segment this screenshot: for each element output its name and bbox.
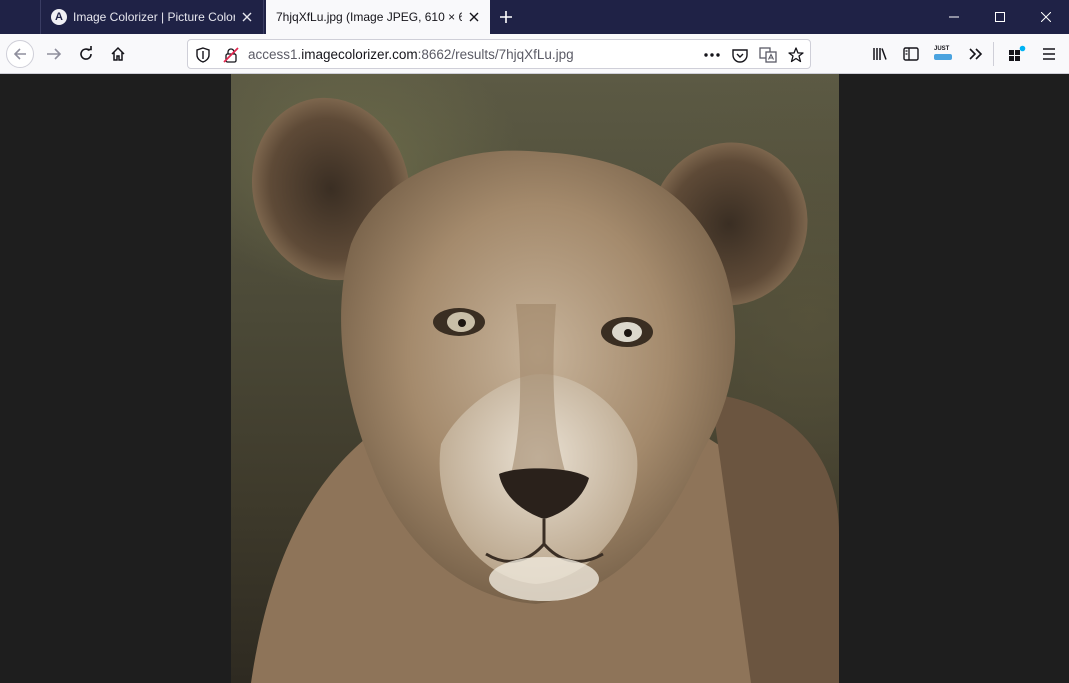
more-dots-icon[interactable]	[701, 44, 723, 66]
star-icon[interactable]	[785, 44, 807, 66]
tab-title: Image Colorizer | Picture Colorizer	[73, 10, 235, 24]
extensions-button[interactable]	[1003, 40, 1031, 68]
extension-button[interactable]: JUST	[929, 40, 957, 68]
tab-image-colorizer[interactable]: A Image Colorizer | Picture Colorizer	[40, 0, 264, 34]
site-favicon-icon: A	[51, 9, 67, 25]
tab-bar: A Image Colorizer | Picture Colorizer 7h…	[0, 0, 1069, 34]
reload-button[interactable]	[72, 40, 100, 68]
sidebar-button[interactable]	[897, 40, 925, 68]
minimize-button[interactable]	[931, 0, 977, 34]
address-bar[interactable]: access1.imagecolorizer.com:8662/results/…	[187, 39, 811, 69]
url-text[interactable]: access1.imagecolorizer.com:8662/results/…	[248, 47, 574, 62]
toolbar-separator	[993, 42, 994, 66]
url-prefix: access1.	[248, 47, 302, 62]
maximize-icon	[995, 12, 1005, 22]
new-tab-button[interactable]	[494, 5, 518, 29]
extension-label: JUST	[934, 46, 950, 52]
extensions-icon	[1009, 45, 1026, 61]
tab-close-icon[interactable]	[462, 5, 486, 29]
navigation-toolbar: access1.imagecolorizer.com:8662/results/…	[0, 34, 1069, 74]
overflow-chevron-icon	[969, 48, 983, 60]
translate-icon[interactable]	[757, 44, 779, 66]
sidebar-icon	[903, 47, 919, 61]
back-arrow-icon	[13, 48, 26, 60]
lioness-photo[interactable]	[231, 74, 839, 683]
back-button[interactable]	[6, 40, 34, 68]
extension-icon: JUST	[934, 46, 952, 62]
overflow-menu-button[interactable]	[962, 40, 990, 68]
tab-title: 7hjqXfLu.jpg (Image JPEG, 610 × 610 pixe…	[276, 10, 462, 24]
library-button[interactable]	[866, 40, 894, 68]
home-icon	[111, 46, 125, 61]
forward-button[interactable]	[40, 40, 68, 68]
home-button[interactable]	[104, 40, 132, 68]
close-window-button[interactable]	[1023, 0, 1069, 34]
plus-icon	[500, 11, 512, 23]
tab-close-icon[interactable]	[235, 5, 259, 29]
tab-image-file[interactable]: 7hjqXfLu.jpg (Image JPEG, 610 × 610 pixe…	[266, 0, 490, 34]
hamburger-menu-icon	[1043, 48, 1055, 60]
minimize-icon	[949, 16, 959, 18]
forward-arrow-icon	[47, 48, 62, 60]
shield-icon[interactable]	[192, 44, 214, 66]
lioness-illustration	[251, 97, 839, 683]
image-viewer	[0, 74, 1069, 683]
library-icon	[873, 48, 887, 60]
close-icon	[1041, 12, 1051, 22]
maximize-button[interactable]	[977, 0, 1023, 34]
reload-icon	[80, 46, 92, 60]
pocket-icon[interactable]	[729, 44, 751, 66]
url-host: imagecolorizer.com	[301, 47, 418, 62]
url-suffix: :8662/results/7hjqXfLu.jpg	[417, 47, 574, 62]
app-menu-button[interactable]	[1035, 40, 1063, 68]
insecure-lock-icon[interactable]	[220, 44, 242, 66]
